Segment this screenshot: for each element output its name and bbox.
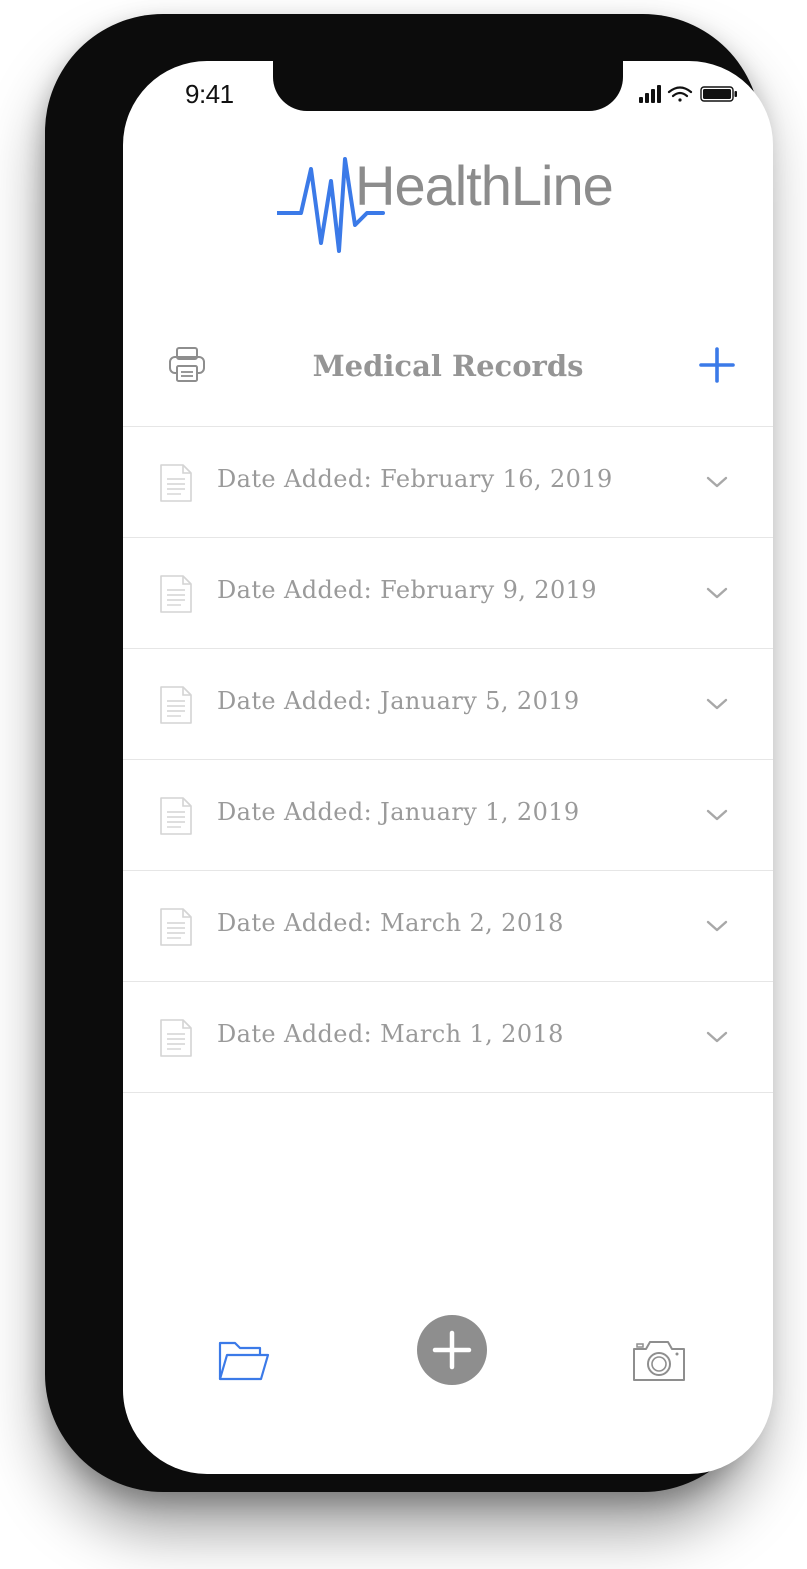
chevron-down-icon[interactable]	[705, 914, 729, 938]
document-icon	[160, 464, 192, 502]
healthline-logo: HealthLine	[277, 151, 627, 261]
add-button[interactable]	[417, 1315, 487, 1385]
record-date-label: Date Added: January 5, 2019	[217, 687, 580, 715]
document-icon	[160, 575, 192, 613]
folder-icon[interactable]	[217, 1337, 271, 1383]
status-time: 9:41	[185, 79, 234, 109]
status-icons	[639, 85, 737, 103]
add-record-button[interactable]	[697, 345, 737, 385]
list-item[interactable]: Date Added: February 9, 2019	[123, 538, 773, 649]
tab-bar	[123, 1311, 773, 1401]
phone-frame: 9:41 HealthLine Medical Records Date Add…	[45, 14, 773, 1492]
page-title: Medical Records	[312, 349, 584, 383]
list-item[interactable]: Date Added: March 2, 2018	[123, 871, 773, 982]
document-icon	[160, 686, 192, 724]
chevron-down-icon[interactable]	[705, 803, 729, 827]
chevron-down-icon[interactable]	[705, 1025, 729, 1049]
list-item[interactable]: Date Added: March 1, 2018	[123, 982, 773, 1093]
battery-icon	[700, 86, 737, 102]
list-item[interactable]: Date Added: February 16, 2019	[123, 427, 773, 538]
document-icon	[160, 797, 192, 835]
records-header: Medical Records	[123, 329, 773, 427]
record-date-label: Date Added: March 1, 2018	[217, 1020, 564, 1048]
logo-text: HealthLine	[355, 154, 614, 217]
app-screen: 9:41 HealthLine Medical Records Date Add…	[123, 61, 773, 1474]
record-date-label: Date Added: February 16, 2019	[217, 465, 613, 493]
record-date-label: Date Added: January 1, 2019	[217, 798, 580, 826]
chevron-down-icon[interactable]	[705, 581, 729, 605]
wifi-icon	[667, 86, 693, 102]
chevron-down-icon[interactable]	[705, 692, 729, 716]
chevron-down-icon[interactable]	[705, 470, 729, 494]
document-icon	[160, 908, 192, 946]
record-date-label: Date Added: March 2, 2018	[217, 909, 564, 937]
signal-icon	[639, 85, 661, 103]
list-item[interactable]: Date Added: January 5, 2019	[123, 649, 773, 760]
device-notch	[273, 61, 623, 111]
plus-circle-icon	[432, 1330, 472, 1370]
records-list: Date Added: February 16, 2019 Date Added…	[123, 426, 773, 1093]
camera-icon[interactable]	[631, 1337, 687, 1383]
list-item[interactable]: Date Added: January 1, 2019	[123, 760, 773, 871]
document-icon	[160, 1019, 192, 1057]
record-date-label: Date Added: February 9, 2019	[217, 576, 597, 604]
